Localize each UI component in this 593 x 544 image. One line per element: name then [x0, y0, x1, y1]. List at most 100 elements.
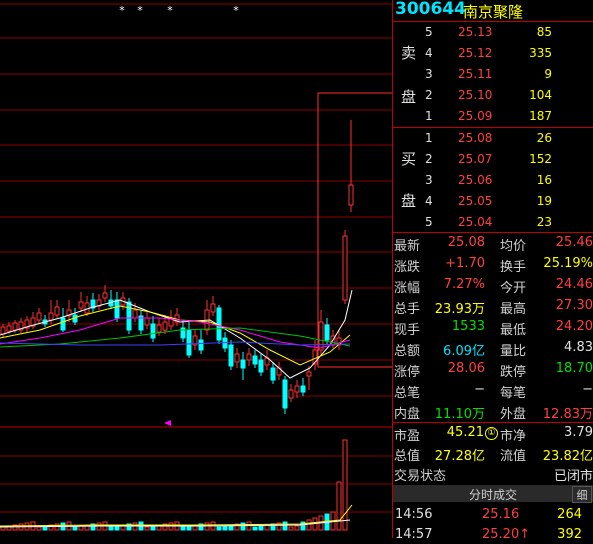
candle-body: [240, 359, 246, 369]
status-row: 交易状态 已闭市: [393, 463, 593, 484]
mv-row: 总值 27.28亿 流值 23.82亿: [393, 443, 593, 464]
volume-bar: [294, 525, 300, 531]
quote-value: −: [474, 382, 485, 397]
ask-price: 25.13: [458, 25, 493, 39]
bid-row[interactable]: 3 25.06 16: [393, 170, 593, 190]
volume-bar: [258, 525, 264, 531]
ask-volume: 335: [529, 46, 552, 60]
candle-body: [132, 309, 138, 319]
float-label: 流值: [500, 449, 527, 464]
candle-body: [150, 323, 156, 339]
pb-label: 市净: [500, 429, 527, 444]
quote-row: 内盘 11.10万 外盘 12.83万: [393, 401, 593, 422]
candle-body: [270, 367, 276, 381]
tick-volume: 392: [557, 527, 582, 542]
volume-bar: [150, 525, 156, 531]
bid-volume: 19: [536, 194, 552, 208]
quote-value: 4.83: [564, 340, 593, 355]
quote-value: 25.46: [555, 235, 593, 250]
quote-label: 今开: [500, 281, 527, 296]
marker-arrow: [164, 420, 171, 426]
quote-value: 24.20: [555, 319, 593, 334]
quote-label: 量比: [500, 344, 527, 359]
ask-row[interactable]: 5 25.13 85: [393, 22, 593, 42]
ask-level: 3: [425, 67, 433, 81]
ask-level: 2: [425, 88, 433, 102]
candle-body: [258, 359, 264, 373]
quote-label: 每笔: [500, 386, 527, 401]
status-label: 交易状态: [394, 469, 447, 484]
volume-bar: [216, 526, 222, 531]
ask-price: 25.12: [458, 46, 493, 60]
quote-value: 23.93万: [434, 302, 485, 317]
quote-label: 外盘: [500, 407, 527, 422]
quote-value: 1533: [451, 319, 485, 334]
status-value: 已闭市: [553, 469, 593, 484]
candle-body: [60, 317, 66, 331]
quote-value: +1.70: [445, 256, 485, 271]
bid-level: 1: [425, 131, 433, 145]
bid-price: 25.08: [458, 131, 493, 145]
candle-body: [84, 302, 90, 314]
volume-bar: [180, 526, 186, 531]
ask-row[interactable]: 3 25.11 9: [393, 64, 593, 84]
pe-badge: ①: [485, 427, 498, 440]
volume-bar: [108, 526, 114, 531]
ask-volume: 9: [544, 67, 552, 81]
pe-value: 45.21 ①: [447, 425, 498, 440]
ticks-title: 分时成交: [469, 488, 518, 502]
quote-row: 总手 23.93万 最高 27.30: [393, 296, 593, 317]
ask-row[interactable]: 1 25.09 187: [393, 106, 593, 126]
quote-label: 换手: [500, 260, 527, 275]
volume-bar: [72, 526, 78, 531]
ask-volume: 187: [529, 109, 552, 123]
candle-body: [198, 339, 204, 351]
quote-row: 涨幅 7.27% 今开 24.46: [393, 275, 593, 296]
ask-row[interactable]: 4 25.12 335: [393, 43, 593, 63]
quote-label: 跌停: [500, 365, 527, 380]
bid-level: 4: [425, 194, 433, 208]
bid-level: 3: [425, 173, 433, 187]
tick-volume: 264: [557, 507, 582, 522]
candle-body: [186, 329, 192, 356]
tick-time: 14:57: [395, 527, 433, 542]
candle-body: [282, 379, 288, 409]
volume-bar: [336, 481, 342, 531]
candle-body: [288, 389, 294, 399]
kline-chart[interactable]: * * * *: [0, 0, 400, 538]
volume-bar: [114, 525, 120, 531]
marker-star: *: [233, 4, 239, 17]
marker-star: *: [167, 4, 173, 17]
candle-body: [234, 353, 240, 363]
bid-row[interactable]: 2 25.07 152: [393, 149, 593, 169]
volume-bar: [288, 526, 294, 531]
ask-level: 4: [425, 46, 433, 60]
candle-body: [342, 235, 348, 301]
ask-row[interactable]: 2 25.10 104: [393, 85, 593, 105]
volume-bar: [36, 526, 42, 531]
quote-row: 总笔 − 每笔 −: [393, 380, 593, 401]
bid-price: 25.05: [458, 194, 493, 208]
volume-bar: [54, 523, 60, 531]
volume-bar: [240, 522, 246, 531]
quote-label: 均价: [500, 239, 527, 254]
bid-price: 25.04: [458, 215, 493, 229]
candle-body: [144, 317, 150, 326]
candle-body: [126, 301, 132, 331]
bid-volume: 152: [529, 152, 552, 166]
quote-label: 最高: [500, 302, 527, 317]
bid-price: 25.06: [458, 173, 493, 187]
tick-price: 25.16: [482, 507, 520, 522]
bid-row[interactable]: 5 25.04 23: [393, 212, 593, 232]
pe-label: 市盈: [394, 429, 421, 444]
ask-price: 25.10: [458, 88, 493, 102]
bid-volume: 26: [536, 131, 552, 145]
candle-body: [12, 322, 18, 331]
bid-row[interactable]: 1 25.08 26: [393, 128, 593, 148]
quote-label: 总额: [394, 344, 421, 359]
quote-label: 内盘: [394, 407, 421, 422]
candle-body: [156, 324, 162, 333]
bid-price: 25.07: [458, 152, 493, 166]
ticks-detail-button[interactable]: 细: [572, 486, 592, 503]
bid-row[interactable]: 4 25.05 19: [393, 191, 593, 211]
